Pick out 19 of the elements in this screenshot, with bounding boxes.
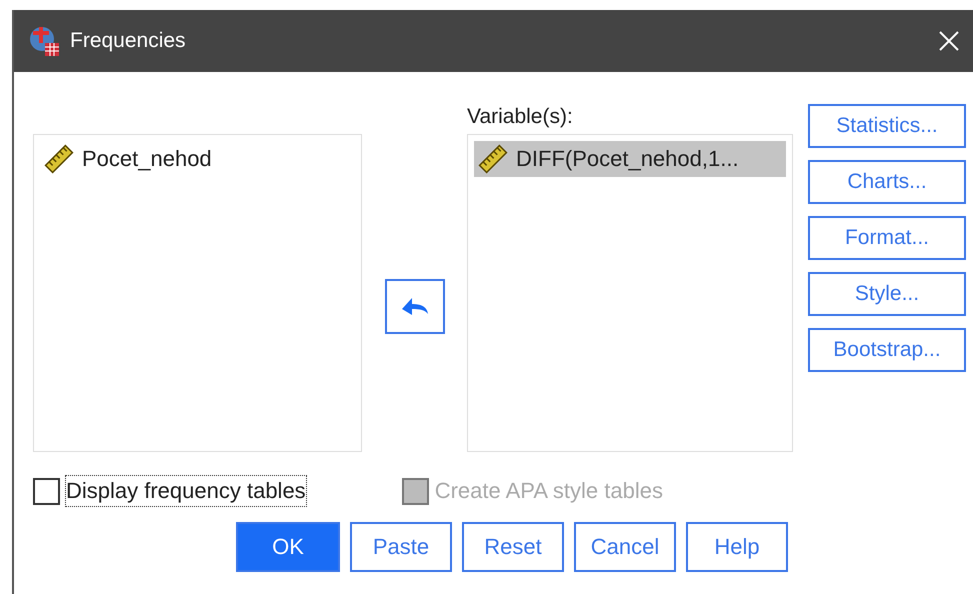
dialog-button[interactable]: Format... xyxy=(808,216,966,260)
checkbox-label[interactable]: Display frequency tables xyxy=(66,476,306,506)
checkbox[interactable] xyxy=(33,478,60,504)
dialog-button[interactable]: Cancel xyxy=(574,522,676,572)
dialog-button[interactable]: Style... xyxy=(808,272,966,316)
dialog-button[interactable]: OK xyxy=(236,522,340,572)
variable-item[interactable]: Pocet_nehod xyxy=(40,141,355,177)
window-title: Frequencies xyxy=(70,29,187,53)
move-variable-button[interactable] xyxy=(384,279,444,334)
dialog-button[interactable]: Paste xyxy=(350,522,452,572)
dialog-button[interactable]: Reset xyxy=(462,522,564,572)
dialog-button[interactable]: Help xyxy=(686,522,788,572)
dialog-button[interactable]: Statistics... xyxy=(808,104,966,148)
app-icon xyxy=(28,25,60,57)
variable-item[interactable]: DIFF(Pocet_nehod,1... xyxy=(474,141,786,177)
dialog-button[interactable]: Bootstrap... xyxy=(808,328,966,372)
close-button[interactable] xyxy=(937,29,961,53)
dialog-button[interactable]: Charts... xyxy=(808,160,966,204)
variables-label: Variable(s): xyxy=(467,106,574,130)
